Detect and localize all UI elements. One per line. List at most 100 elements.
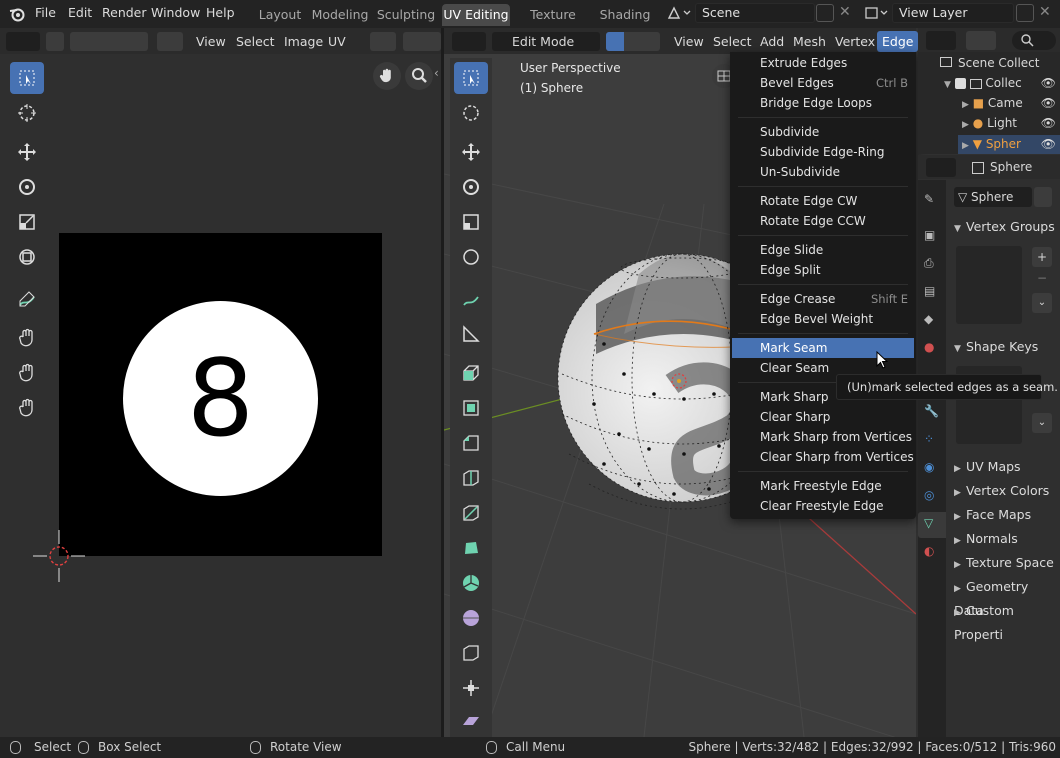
uv-menu-uv[interactable]: UV (328, 32, 346, 51)
viewport-menu-add[interactable]: Add (760, 32, 784, 51)
add-vertex-group-icon[interactable]: + (1032, 247, 1052, 267)
menu-item-clear-sharp[interactable]: Clear Sharp (732, 407, 914, 427)
panel-vertex-groups[interactable]: ▼ Vertex Groups (954, 216, 1060, 238)
eye-icon[interactable]: 👁 (1041, 76, 1056, 90)
knife-tool-icon[interactable] (454, 497, 488, 529)
tab-modeling[interactable]: Modeling (309, 4, 371, 26)
data-tab-icon[interactable]: ▽ (918, 512, 946, 538)
edge-slide-tool-icon[interactable] (454, 637, 488, 669)
viewport-rotate-tool-icon[interactable] (454, 171, 488, 203)
render-tab-icon[interactable]: ▣ (924, 228, 935, 242)
shear-tool-icon[interactable] (454, 705, 488, 737)
viewport-menu-select[interactable]: Select (713, 32, 752, 51)
menu-item-edge-crease[interactable]: Edge Crease Shift E (732, 289, 914, 309)
blender-logo-icon[interactable] (9, 6, 26, 22)
annotate-tool-icon[interactable] (10, 283, 44, 315)
panel-texture-space[interactable]: ▶ Texture Space (954, 552, 1054, 574)
sidebar-toggle-icon[interactable]: ‹ (434, 66, 439, 80)
scene-name-field[interactable]: Scene (695, 3, 815, 23)
outliner-scene-collection[interactable]: Scene Collect (940, 56, 1039, 70)
tab-sculpting[interactable]: Sculpting (375, 4, 437, 26)
pivot-point-icon[interactable] (370, 32, 396, 51)
menu-item-edge-split[interactable]: Edge Split (732, 260, 914, 280)
outliner-item-light[interactable]: ▶ ● Light 👁 (962, 116, 1060, 130)
menu-edit[interactable]: Edit (68, 5, 92, 20)
menu-file[interactable]: File (35, 5, 56, 20)
pan-view-icon[interactable] (373, 62, 401, 90)
panel-vertex-colors[interactable]: ▶ Vertex Colors (954, 480, 1049, 502)
move-tool-icon[interactable] (10, 136, 44, 168)
menu-item-bridge-edge-loops[interactable]: Bridge Edge Loops (732, 93, 914, 113)
tab-layout[interactable]: Layout (254, 4, 306, 26)
new-view-layer-icon[interactable] (1016, 4, 1034, 22)
vertex-select-mode-icon[interactable] (606, 32, 624, 51)
eye-icon[interactable]: 👁 (1041, 116, 1056, 130)
smooth-tool-icon[interactable] (454, 602, 488, 634)
viewport-menu-view[interactable]: View (674, 32, 704, 51)
menu-item-subdivide[interactable]: Subdivide (732, 122, 914, 142)
shape-key-specials-icon[interactable]: ⌄ (1032, 413, 1052, 433)
outliner-display-mode-icon[interactable] (966, 31, 996, 50)
mesh-data-selector[interactable]: ▽ Sphere (954, 187, 1032, 207)
viewport-menu-vertex[interactable]: Vertex (835, 32, 875, 51)
loop-cut-tool-icon[interactable] (454, 462, 488, 494)
remove-scene-icon[interactable]: ✕ (839, 4, 851, 20)
vertex-group-specials-icon[interactable]: ⌄ (1032, 293, 1052, 313)
mesh-select-mode-group[interactable] (606, 32, 660, 51)
new-scene-icon[interactable] (816, 4, 834, 22)
outliner-search-input[interactable] (1012, 31, 1056, 50)
scale-tool-icon[interactable] (10, 206, 44, 238)
panel-custom-properties[interactable]: ▶ Custom Properti (954, 600, 1060, 642)
sync-selection-icon[interactable] (46, 32, 64, 51)
relax-tool-icon[interactable] (10, 357, 44, 389)
tab-uv-editing[interactable]: UV Editing (442, 4, 510, 26)
view-layer-icon[interactable] (864, 5, 888, 21)
output-tab-icon[interactable]: ⎙ (924, 256, 934, 271)
viewport-menu-mesh[interactable]: Mesh (793, 32, 826, 51)
zoom-view-icon[interactable] (405, 62, 433, 90)
menu-item-clear-sharp-from-vertices[interactable]: Clear Sharp from Vertices (732, 447, 914, 467)
grab-tool-icon[interactable] (10, 322, 44, 354)
menu-item-bevel-edges[interactable]: Bevel Edges Ctrl B (732, 73, 914, 93)
menu-item-edge-bevel-weight[interactable]: Edge Bevel Weight (732, 309, 914, 329)
poly-build-tool-icon[interactable] (454, 532, 488, 564)
uv-menu-select[interactable]: Select (236, 32, 275, 51)
world-tab-icon[interactable]: ● (924, 340, 934, 354)
physics-tab-icon[interactable]: ◉ (924, 460, 934, 474)
view-layer-field[interactable]: View Layer (892, 3, 1014, 23)
modifier-tab-icon[interactable]: 🔧 (924, 404, 939, 418)
transform-tool-icon[interactable] (10, 241, 44, 273)
viewport-select-tool-icon[interactable] (454, 62, 488, 94)
shrink-fatten-tool-icon[interactable] (454, 672, 488, 704)
extrude-tool-icon[interactable] (454, 357, 488, 389)
mode-dropdown[interactable]: Edit Mode (492, 32, 600, 51)
menu-item-rotate-edge-ccw[interactable]: Rotate Edge CCW (732, 211, 914, 231)
2d-cursor-icon[interactable] (33, 530, 85, 582)
menu-render[interactable]: Render (102, 5, 147, 20)
particles-tab-icon[interactable]: ⁘ (924, 432, 934, 446)
rotate-tool-icon[interactable] (10, 171, 44, 203)
pinch-tool-icon[interactable] (10, 392, 44, 424)
viewport-move-tool-icon[interactable] (454, 136, 488, 168)
outliner-editor-type-icon[interactable] (926, 31, 956, 50)
menu-help[interactable]: Help (206, 5, 235, 20)
material-tab-icon[interactable]: ◐ (924, 544, 934, 558)
menu-item-extrude-edges[interactable]: Extrude Edges (732, 53, 914, 73)
menu-window[interactable]: Window (151, 5, 200, 20)
tab-shading[interactable]: Shading (597, 4, 653, 26)
menu-item-un-subdivide[interactable]: Un-Subdivide (732, 162, 914, 182)
uv-menu-image[interactable]: Image (284, 32, 323, 51)
bevel-tool-icon[interactable] (454, 427, 488, 459)
select-box-tool-icon[interactable] (10, 62, 44, 94)
constraints-tab-icon[interactable]: ◎ (924, 488, 934, 502)
tool-tab-icon[interactable]: ✎ (924, 192, 934, 206)
properties-editor-type-icon[interactable] (926, 158, 956, 177)
uv-select-mode-group[interactable] (70, 32, 148, 51)
inset-tool-icon[interactable] (454, 392, 488, 424)
menu-item-rotate-edge-cw[interactable]: Rotate Edge CW (732, 191, 914, 211)
viewport-menu-edge[interactable]: Edge (877, 31, 919, 52)
vertex-groups-list[interactable] (956, 246, 1022, 324)
remove-vertex-group-icon[interactable]: − (1032, 268, 1052, 288)
panel-uv-maps[interactable]: ▶ UV Maps (954, 456, 1021, 478)
scene-tab-icon[interactable]: ◆ (924, 312, 933, 326)
